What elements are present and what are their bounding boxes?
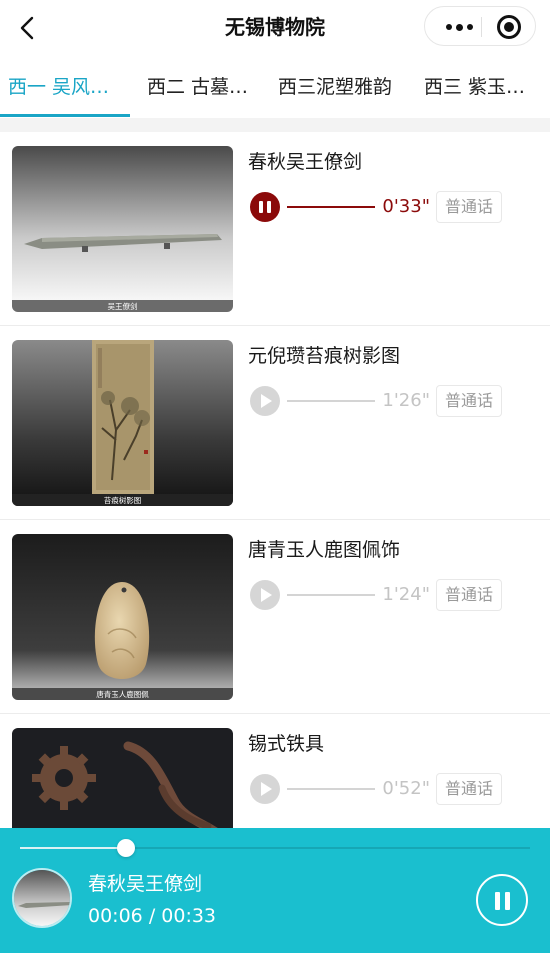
audio-track-line [287,206,375,208]
tab-west-1[interactable]: 西一 吴风… [8,74,109,100]
thumbnail-caption: 唐青玉人鹿图佩 [96,689,149,699]
audio-player-bar: 春秋吴王僚剑 00:06 / 00:33 [0,828,550,953]
audio-track-line [287,788,375,790]
play-button[interactable] [250,386,280,416]
audio-track-line [287,594,375,596]
exhibit-title: 唐青玉人鹿图佩饰 [248,539,401,561]
capsule-divider [481,17,482,37]
exhibit-title: 元倪瓒苔痕树影图 [248,345,401,367]
exhibit-title: 春秋吴王僚剑 [248,151,363,173]
playback-time: 00:06 / 00:33 [88,903,216,929]
exhibit-thumbnail: 苔痕树影图 [12,340,233,506]
exhibit-thumbnail: 唐青玉人鹿图佩 [12,534,233,700]
nav-bar: 无锡博物院 [0,0,550,56]
tab-west-3-zisha[interactable]: 西三 紫玉… [424,74,525,100]
progress-slider[interactable] [20,839,530,857]
exhibit-thumbnail: 吴王僚剑 [12,146,233,312]
active-tab-indicator [0,114,130,117]
current-time: 00:06 [88,905,143,927]
chevron-left-icon [20,16,34,40]
mini-program-capsule [424,6,536,46]
play-icon [261,588,272,602]
play-button[interactable] [250,774,280,804]
play-button[interactable] [250,580,280,610]
back-button[interactable] [12,12,44,44]
list-item[interactable]: 吴王僚剑 春秋吴王僚剑 0'33" 普通话 [0,132,550,326]
now-playing-cover [12,868,72,928]
audio-duration: 0'33" [382,196,430,217]
exhibit-title: 锡式铁具 [248,733,325,755]
language-badge[interactable]: 普通话 [436,773,502,805]
audio-duration: 0'52" [382,778,430,799]
more-dots-icon [445,24,452,30]
progress-knob[interactable] [117,839,136,857]
tab-west-3-clay[interactable]: 西三泥塑雅韵 [278,74,392,100]
now-playing-title: 春秋吴王僚剑 [88,873,203,895]
language-badge[interactable]: 普通话 [436,385,502,417]
section-gap [0,118,550,132]
thumbnail-caption: 苔痕树影图 [104,495,142,505]
play-icon [261,782,272,796]
language-badge[interactable]: 普通话 [436,579,502,611]
pause-button[interactable] [250,192,280,222]
total-time: 00:33 [161,905,217,927]
progress-fill [20,847,127,849]
audio-track-line [287,400,375,402]
language-badge[interactable]: 普通话 [436,191,502,223]
player-pause-button[interactable] [476,874,528,926]
category-tabs: 西一 吴风… 西二 古墓… 西三泥塑雅韵 西三 紫玉… [0,62,550,118]
target-circle-icon[interactable] [497,15,521,39]
play-icon [261,394,272,408]
time-separator: / [148,905,156,927]
more-button[interactable] [437,7,481,47]
pause-icon [259,201,271,213]
thumbnail-caption: 吴王僚剑 [108,301,138,311]
audio-duration: 1'26" [382,390,430,411]
tab-west-2[interactable]: 西二 古墓… [147,74,248,100]
audio-duration: 1'24" [382,584,430,605]
list-item[interactable]: 唐青玉人鹿图佩 唐青玉人鹿图佩饰 1'24" 普通话 [0,520,550,714]
list-item[interactable]: 苔痕树影图 元倪瓒苔痕树影图 1'26" 普通话 [0,326,550,520]
